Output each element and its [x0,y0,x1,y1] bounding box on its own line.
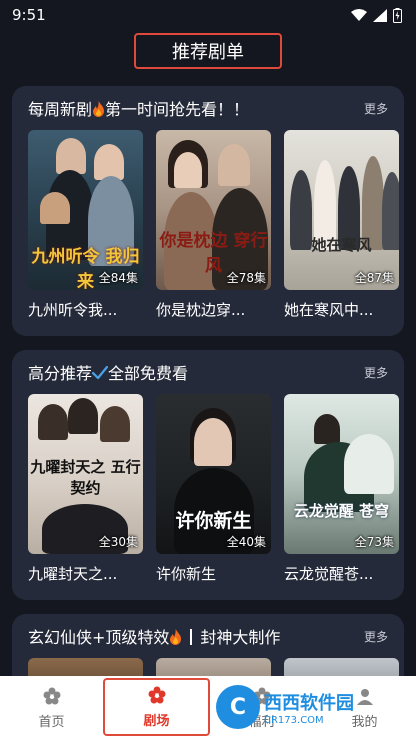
status-time: 9:51 [12,6,46,24]
watermark-logo: C [216,685,260,729]
drama-title: 你是枕边穿... [156,301,246,319]
card-row: 九曜封天之 五行契约 全30集 九曜封天之... 许你新生 全40集 许你新生 … [28,394,404,584]
episode-count: 全87集 [354,271,394,285]
tab-label: 首页 [38,714,65,730]
poster-title-text: 她在寒风 [311,236,372,254]
watermark-text: 西西软件园 [264,692,354,714]
section-title: 玄幻仙侠+顶级特效 封神大制作 [28,628,281,647]
drama-card[interactable]: 许你新生 全40集 许你新生 [156,394,271,584]
status-icons [351,7,402,23]
poster-title-text: 许你新生 [175,510,252,532]
episode-count: 全78集 [226,271,266,285]
site-watermark: C 西西软件园 CR173.COM [216,684,412,730]
poster-image[interactable]: 许你新生 全40集 [156,394,271,554]
watermark-url: CR173.COM [264,714,324,726]
more-link[interactable]: 更多 [364,364,388,381]
status-bar: 9:51 [0,0,416,30]
divider [190,629,193,645]
card-row: 九州听令 我归来 全84集 九州听令我... 你是枕边 穿行风 全78集 你是枕… [28,130,404,320]
drama-title: 她在寒风中... [284,301,374,319]
flower-icon [148,686,165,703]
section-weekly-new: 每周新剧第一时间抢先看！！ 更多 九州听令 我归来 全84集 九州听令我... [12,86,404,336]
signal-icon [373,8,387,22]
poster-title-text: 九曜封天之 五行契约 [30,458,141,497]
section-title: 每周新剧 第一时间抢先看！！ [28,100,250,119]
drama-title: 云龙觉醒苍... [284,565,374,583]
section-header: 每周新剧 第一时间抢先看！！ 更多 [28,86,404,130]
battery-icon [393,7,402,23]
drama-card[interactable]: 九州听令 我归来 全84集 九州听令我... [28,130,143,320]
drama-card[interactable]: 她在寒风 全87集 她在寒风中... [284,130,399,320]
wifi-icon [351,8,367,21]
episode-count: 全84集 [98,271,138,285]
section-header: 玄幻仙侠+顶级特效 封神大制作 更多 [28,614,404,658]
poster-image[interactable]: 九曜封天之 五行契约 全30集 [28,394,143,554]
drama-card[interactable]: 云龙觉醒 苍穹 全73集 云龙觉醒苍... [284,394,399,584]
section-top-rated: 高分推荐 全部免费看 更多 九曜封天之 五行契约 全30集 九曜封天之... 许你… [12,350,404,600]
check-icon [92,366,109,380]
drama-title: 九曜封天之... [28,565,118,583]
poster-image[interactable]: 九州听令 我归来 全84集 [28,130,143,290]
section-title: 高分推荐 全部免费看 [28,364,189,383]
flower-icon [43,687,60,704]
more-link[interactable]: 更多 [364,100,388,117]
episode-count: 全30集 [98,535,138,549]
drama-card[interactable]: 你是枕边 穿行风 全78集 你是枕边穿... [156,130,271,320]
episode-count: 全73集 [354,535,394,549]
header: 推荐剧单 [0,30,416,72]
poster-image[interactable]: 她在寒风 全87集 [284,130,399,290]
more-link[interactable]: 更多 [364,628,388,645]
poster-title-text: 云龙觉醒 苍穹 [293,502,390,520]
tab-theater[interactable]: 剧场 [103,678,210,736]
flame-icon [93,101,105,117]
poster-image[interactable]: 云龙觉醒 苍穹 全73集 [284,394,399,554]
bottom-tab-bar: 首页 剧场 福利 我的 C 西西软件园 CR173.COM [0,676,416,740]
drama-card[interactable]: 九曜封天之 五行契约 全30集 九曜封天之... [28,394,143,584]
section-header: 高分推荐 全部免费看 更多 [28,350,404,394]
poster-image[interactable]: 你是枕边 穿行风 全78集 [156,130,271,290]
drama-title: 九州听令我... [28,301,118,319]
episode-count: 全40集 [226,535,266,549]
flame-icon [170,629,182,645]
tab-home[interactable]: 首页 [0,676,103,740]
page-title: 推荐剧单 [172,42,244,63]
page-title-box: 推荐剧单 [134,33,282,69]
drama-title: 许你新生 [156,565,217,583]
tab-label: 剧场 [143,713,170,729]
